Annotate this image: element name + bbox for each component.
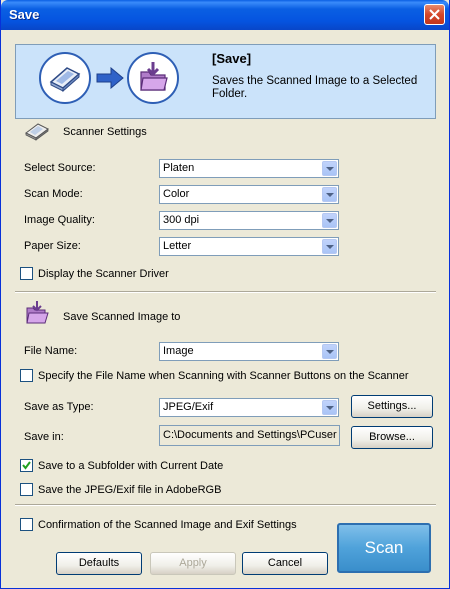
main-panel: [Save] Saves the Scanned Image to a Sele… [15, 44, 436, 556]
header-banner: [Save] Saves the Scanned Image to a Sele… [15, 44, 436, 119]
chevron-down-icon[interactable] [322, 239, 337, 254]
title-bar[interactable]: Save [1, 0, 449, 30]
scan-mode-label: Scan Mode: [24, 188, 83, 200]
display-driver-label[interactable]: Display the Scanner Driver [38, 268, 169, 280]
image-quality-label: Image Quality: [24, 214, 95, 226]
save-in-value: C:\Documents and Settings\PCuser [163, 429, 337, 441]
save-type-label: Save as Type: [24, 401, 94, 413]
browse-button[interactable]: Browse... [351, 426, 433, 449]
folder-circle-icon [127, 52, 179, 104]
select-source-dropdown[interactable]: Platen [159, 159, 339, 178]
file-name-dropdown[interactable]: Image [159, 342, 339, 361]
close-button[interactable] [424, 4, 445, 25]
select-source-value: Platen [163, 162, 195, 174]
paper-size-dropdown[interactable]: Letter [159, 237, 339, 256]
confirmation-label[interactable]: Confirmation of the Scanned Image and Ex… [38, 519, 297, 531]
folder-icon [26, 301, 49, 324]
adobe-rgb-label[interactable]: Save the JPEG/Exif file in AdobeRGB [38, 484, 221, 496]
save-type-value: JPEG/Exif [163, 401, 214, 413]
select-source-label: Select Source: [24, 162, 96, 174]
save-type-dropdown[interactable]: JPEG/Exif [159, 398, 339, 417]
specify-name-checkbox[interactable] [20, 369, 33, 382]
defaults-button[interactable]: Defaults [56, 552, 142, 575]
banner-description: Saves the Scanned Image to a Selected Fo… [212, 75, 418, 100]
chevron-down-icon[interactable] [322, 344, 337, 359]
arrow-right-icon [96, 67, 124, 89]
save-dialog: Save [Save] Saves the Scanned Image to a… [0, 0, 450, 589]
chevron-down-icon[interactable] [322, 400, 337, 415]
scanner-circle-icon [39, 52, 91, 104]
adobe-rgb-checkbox[interactable] [20, 483, 33, 496]
subfolder-checkbox[interactable] [20, 459, 33, 472]
image-quality-value: 300 dpi [163, 214, 200, 226]
scan-mode-dropdown[interactable]: Color [159, 185, 339, 204]
scan-button[interactable]: Scan [337, 523, 431, 573]
file-name-value: Image [163, 345, 194, 357]
display-driver-checkbox[interactable] [20, 267, 33, 280]
chevron-down-icon[interactable] [322, 187, 337, 202]
chevron-down-icon[interactable] [322, 161, 337, 176]
check-icon [22, 461, 31, 470]
chevron-down-icon[interactable] [322, 213, 337, 228]
section-divider [15, 504, 436, 506]
paper-size-value: Letter [163, 240, 192, 252]
settings-button[interactable]: Settings... [351, 395, 433, 418]
file-name-label: File Name: [24, 345, 78, 357]
save-in-label: Save in: [24, 431, 64, 443]
save-in-field[interactable]: C:\Documents and Settings\PCuser [159, 425, 340, 446]
scan-mode-value: Color [163, 188, 190, 200]
paper-size-label: Paper Size: [24, 240, 81, 252]
cancel-button[interactable]: Cancel [242, 552, 328, 575]
subfolder-label[interactable]: Save to a Subfolder with Current Date [38, 460, 223, 472]
specify-name-label[interactable]: Specify the File Name when Scanning with… [38, 370, 409, 382]
apply-button[interactable]: Apply [150, 552, 236, 575]
scanner-settings-heading: Scanner Settings [63, 126, 147, 138]
banner-title: [Save] [212, 51, 252, 66]
close-icon [429, 9, 440, 20]
confirmation-checkbox[interactable] [20, 518, 33, 531]
scanner-icon [25, 123, 49, 141]
image-quality-dropdown[interactable]: 300 dpi [159, 211, 339, 230]
save-settings-heading: Save Scanned Image to [63, 311, 181, 323]
section-divider [15, 291, 436, 293]
window-title: Save [9, 7, 40, 22]
